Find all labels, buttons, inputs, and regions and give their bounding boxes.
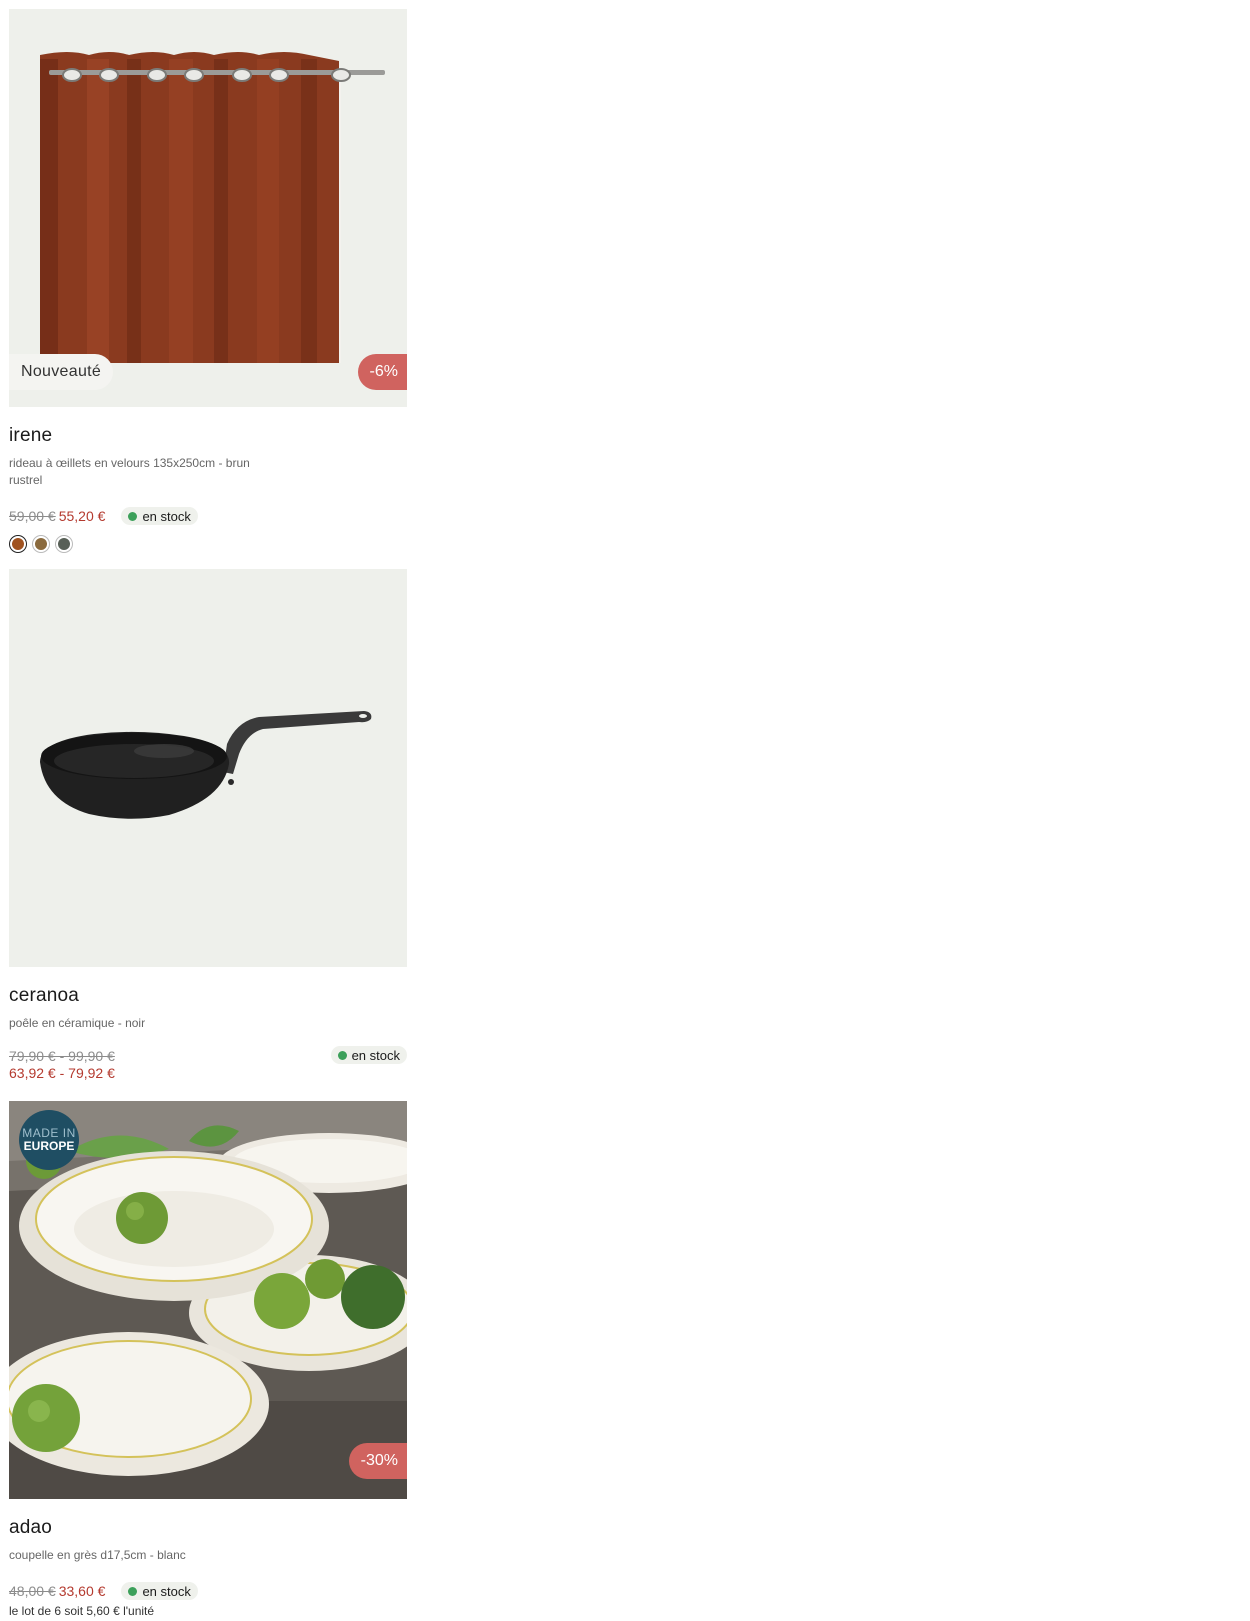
price-row: 48,00 € 33,60 € en stock — [9, 1582, 407, 1600]
lot-unit-price: le lot de 6 soit 5,60 € l'unité — [9, 1604, 155, 1618]
new-badge: Nouveauté — [9, 354, 114, 390]
stock-badge: en stock — [121, 507, 198, 525]
swatch-bronze[interactable] — [32, 535, 50, 553]
swatch-grey-green[interactable] — [55, 535, 73, 553]
product-image[interactable] — [9, 569, 407, 967]
stock-dot-icon — [337, 1050, 347, 1060]
old-price: 59,00 € — [9, 508, 56, 524]
europe-label: EUROPE — [23, 1139, 75, 1153]
product-description[interactable]: rideau à œillets en velours 135x250cm - … — [9, 455, 259, 489]
made-in-europe-badge: MADE IN EUROPE — [19, 1110, 79, 1170]
color-swatches — [9, 535, 407, 553]
old-price: 48,00 € — [9, 1583, 56, 1599]
swatch-brown[interactable] — [9, 535, 27, 553]
stock-badge: en stock — [121, 1582, 198, 1600]
product-name[interactable]: irene — [9, 425, 407, 447]
product-card-irene[interactable]: Nouveauté -6% irene rideau à œillets en … — [9, 9, 407, 553]
stock-label: en stock — [142, 1583, 191, 1599]
discount-badge: -6% — [357, 354, 407, 390]
price-block: 79,90 € - 99,90 € 63,92 € - 79,92 € en s… — [9, 1046, 407, 1081]
product-image[interactable]: MADE IN EUROPE -30% — [9, 1101, 407, 1499]
stock-label: en stock — [142, 508, 191, 524]
stock-badge: en stock — [330, 1046, 407, 1064]
product-card-ceranoa[interactable]: ceranoa poêle en céramique - noir 79,90 … — [9, 569, 407, 1081]
product-card-adao[interactable]: MADE IN EUROPE -30% adao coupelle en grè… — [9, 1101, 407, 1618]
product-image[interactable]: Nouveauté -6% — [9, 9, 407, 407]
product-name[interactable]: ceranoa — [9, 985, 407, 1007]
curtain-image — [9, 9, 407, 407]
frying-pan-image — [9, 569, 407, 967]
product-description[interactable]: coupelle en grès d17,5cm - blanc — [9, 1547, 259, 1564]
stock-dot-icon — [128, 511, 138, 521]
price-row: 59,00 € 55,20 € en stock — [9, 507, 407, 525]
discount-badge: -30% — [348, 1443, 407, 1479]
current-price: 55,20 € — [58, 508, 106, 524]
stock-label: en stock — [351, 1047, 400, 1063]
current-price: 33,60 € — [58, 1583, 106, 1599]
product-description[interactable]: poêle en céramique - noir — [9, 1015, 259, 1032]
current-price: 63,92 € - 79,92 € — [9, 1065, 115, 1081]
stock-dot-icon — [128, 1586, 138, 1596]
product-name[interactable]: adao — [9, 1517, 407, 1539]
